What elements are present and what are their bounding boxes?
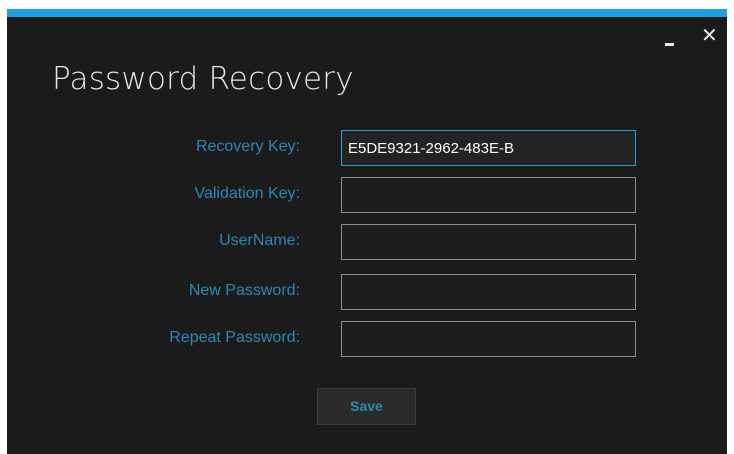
close-icon[interactable]: ✕ xyxy=(701,25,718,45)
minimize-bar xyxy=(665,43,674,46)
repeat-password-row: Repeat Password: xyxy=(7,321,727,357)
repeat-password-label: Repeat Password: xyxy=(169,329,300,346)
recovery-key-row: Recovery Key: xyxy=(7,130,727,166)
page-title: Password Recovery xyxy=(52,61,354,97)
recovery-key-input[interactable] xyxy=(341,130,636,166)
username-label: UserName: xyxy=(219,232,300,249)
username-input[interactable] xyxy=(341,224,636,260)
repeat-password-input[interactable] xyxy=(341,321,636,357)
password-recovery-window: Password Recovery ✕ Recovery Key: Valida… xyxy=(7,9,727,454)
new-password-input[interactable] xyxy=(341,274,636,310)
new-password-row: New Password: xyxy=(7,274,727,310)
validation-key-row: Validation Key: xyxy=(7,177,727,213)
validation-key-label: Validation Key: xyxy=(194,185,300,202)
window-accent-bar xyxy=(7,9,727,17)
save-button[interactable]: Save xyxy=(317,388,416,425)
recovery-key-label: Recovery Key: xyxy=(195,138,300,155)
validation-key-input[interactable] xyxy=(341,177,636,213)
new-password-label: New Password: xyxy=(188,282,300,299)
minimize-icon[interactable] xyxy=(662,33,678,49)
username-row: UserName: xyxy=(7,224,727,260)
